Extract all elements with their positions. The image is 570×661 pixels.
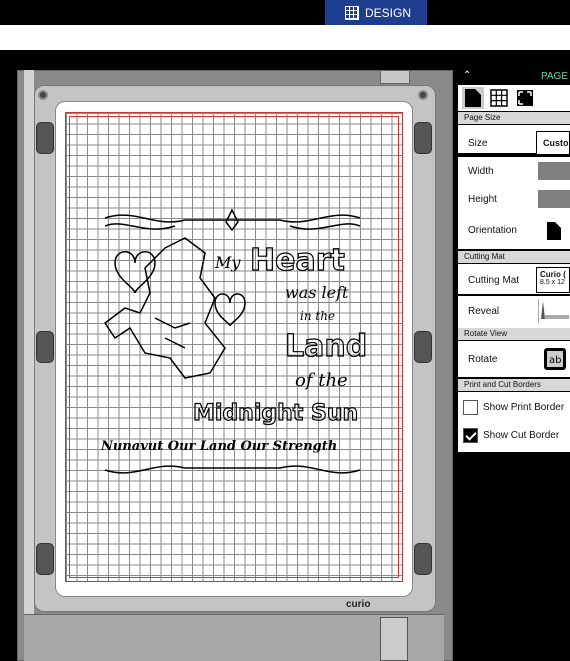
height-label: Height — [468, 194, 497, 205]
show-print-border-checkbox[interactable] — [463, 400, 478, 415]
rotate-icon: ab — [544, 348, 566, 370]
show-cut-border-checkbox[interactable] — [463, 428, 478, 443]
orientation-label: Orientation — [468, 225, 517, 236]
cutting-mat-label: Cutting Mat — [468, 275, 520, 286]
panel-title: PAGE — [540, 71, 568, 82]
brand-logo: curio — [346, 599, 371, 610]
mat-roller — [36, 331, 54, 363]
screw-icon — [38, 90, 48, 100]
mat-select-line1: Curio ( — [540, 270, 566, 279]
section-cutting-mat: Cutting Mat — [458, 251, 570, 263]
portrait-icon — [547, 222, 561, 240]
grid-icon — [490, 89, 508, 107]
top-toolbar — [0, 0, 570, 25]
size-label: Size — [468, 138, 488, 149]
panel-tabs — [458, 85, 570, 111]
machine-base-tab — [380, 617, 408, 661]
reveal-slider[interactable] — [538, 299, 570, 323]
art-text: Land — [285, 329, 367, 364]
width-row: Width — [458, 157, 570, 185]
orientation-toggle[interactable] — [538, 217, 570, 245]
size-select[interactable]: Custo — [536, 131, 570, 155]
section-page-size: Page Size — [458, 112, 570, 124]
svg-text:ab: ab — [549, 355, 561, 366]
page-settings-tab[interactable] — [462, 87, 484, 109]
art-text: Midnight Sun — [193, 401, 358, 426]
section-print-cut-borders: Print and Cut Borders — [458, 379, 570, 391]
tab-design-label: DESIGN — [365, 5, 412, 20]
registration-marks-icon — [517, 90, 533, 106]
page-panel: ⌃ PAGE Page Size Size Custo Width Height… — [458, 68, 570, 661]
reveal-slider-icon — [541, 301, 569, 319]
art-text: Nunavut Our Land Our Strength — [100, 439, 337, 454]
width-field[interactable] — [538, 162, 570, 180]
collapse-caret-icon[interactable]: ⌃ — [463, 70, 471, 81]
rotate-button[interactable]: ab — [540, 345, 570, 373]
show-cut-border-label: Show Cut Border — [483, 430, 560, 441]
screw-icon — [418, 90, 428, 100]
size-row: Size Custo — [458, 125, 570, 155]
art-text: was left — [285, 283, 349, 302]
mat-roller — [414, 331, 432, 363]
section-rotate-view: Rotate View — [458, 328, 570, 340]
left-rail — [24, 70, 34, 661]
machine-top-tab — [380, 70, 410, 84]
registration-tab[interactable] — [514, 87, 536, 109]
panel-header: ⌃ PAGE — [458, 68, 570, 84]
mat-roller — [414, 122, 432, 154]
mat-roller — [36, 122, 54, 154]
grid-settings-tab[interactable] — [488, 87, 510, 109]
design-grid-icon — [345, 5, 359, 20]
art-text: My — [214, 253, 241, 272]
height-row: Height — [458, 185, 570, 213]
mat-roller — [36, 543, 54, 575]
art-text: of the — [295, 370, 348, 391]
page-icon — [465, 89, 481, 107]
rotate-label: Rotate — [468, 354, 498, 365]
art-text: in the — [300, 309, 335, 323]
design-artwork[interactable]: My Heart was left in the Land of the Mid… — [95, 208, 370, 483]
borders-group: Show Print Border Show Cut Border — [458, 392, 570, 452]
rotate-row: Rotate ab — [458, 341, 570, 377]
tab-design[interactable]: DESIGN — [325, 0, 427, 25]
mat-roller — [414, 543, 432, 575]
art-text: Heart — [250, 243, 345, 278]
width-label: Width — [468, 166, 494, 177]
mat-select-line2: 8.5 x 12 — [540, 279, 565, 286]
secondary-toolbar — [0, 25, 570, 50]
cutting-mat-select[interactable]: Curio ( 8.5 x 12 — [536, 267, 570, 293]
cutting-mat-row: Cutting Mat Curio ( 8.5 x 12 — [458, 264, 570, 294]
reveal-label: Reveal — [468, 306, 500, 317]
reveal-row: Reveal — [458, 296, 570, 328]
show-print-border-label: Show Print Border — [483, 402, 565, 413]
height-field[interactable] — [538, 190, 570, 208]
orientation-row: Orientation — [458, 213, 570, 249]
